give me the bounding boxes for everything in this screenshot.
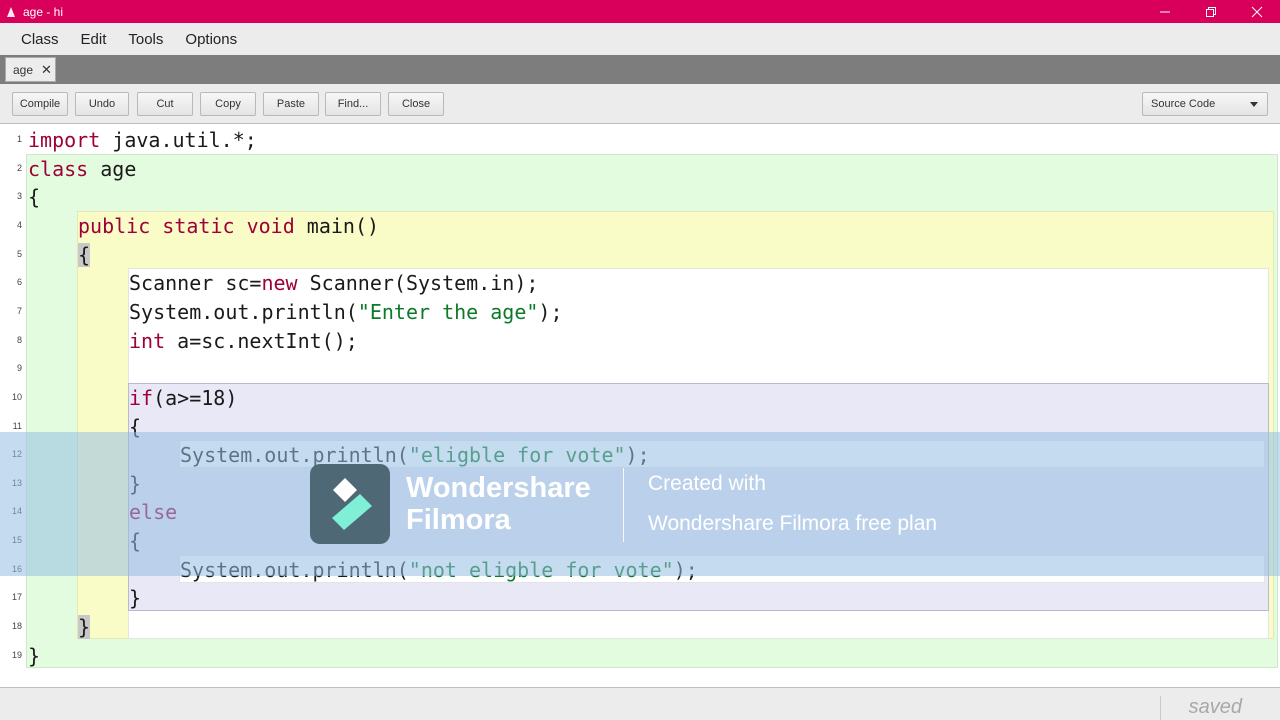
paste-button[interactable]: Paste <box>263 92 319 116</box>
minimize-icon <box>1160 11 1170 12</box>
code-token: java.util.*; <box>112 128 257 152</box>
matched-brace: } <box>78 615 91 640</box>
line-number: 18 <box>11 621 22 632</box>
line-number: 11 <box>12 420 22 431</box>
chevron-down-icon <box>1250 102 1258 107</box>
line-number: 8 <box>16 334 22 345</box>
watermark-divider <box>623 468 624 542</box>
code-line[interactable]: class age <box>28 155 136 183</box>
code-line[interactable]: } <box>129 584 141 612</box>
string-token: "Enter the age" <box>357 299 539 324</box>
line-number: 6 <box>16 277 22 288</box>
restore-icon <box>1206 6 1216 17</box>
compile-button[interactable]: Compile <box>12 92 68 116</box>
code-token: Scanner(System.in); <box>309 271 539 296</box>
menu-bar: Class Edit Tools Options <box>0 23 1280 55</box>
code-line[interactable]: Scanner sc=new Scanner(System.in); <box>129 269 538 297</box>
code-line[interactable]: if(a>=18) <box>129 384 237 412</box>
view-mode-label: Source Code <box>1151 98 1216 110</box>
menu-tools[interactable]: Tools <box>117 31 174 48</box>
code-editor[interactable]: 12345678910111213141516171819 import jav… <box>0 125 1280 687</box>
code-line[interactable]: } <box>78 613 91 641</box>
line-number: 5 <box>16 248 22 259</box>
toolbar: Compile Undo Cut Copy Paste Find... Clos… <box>0 84 1280 124</box>
menu-class[interactable]: Class <box>10 31 70 48</box>
line-number: 9 <box>16 363 22 374</box>
undo-button[interactable]: Undo <box>75 92 129 116</box>
code-line[interactable]: int a=sc.nextInt(); <box>129 327 358 355</box>
view-mode-select[interactable]: Source Code <box>1142 92 1268 116</box>
matched-brace: { <box>78 242 91 267</box>
watermark-text-2: Wondershare Filmora free plan <box>648 512 938 535</box>
save-status: saved <box>1188 696 1242 718</box>
menu-options[interactable]: Options <box>174 31 248 48</box>
code-token: Scanner sc= <box>129 271 262 296</box>
code-line[interactable]: public static void main() <box>78 212 379 240</box>
copy-button[interactable]: Copy <box>200 92 256 116</box>
filmora-watermark: Wondershare Filmora Created with Wonders… <box>0 432 1280 576</box>
window-controls <box>1142 0 1280 23</box>
keyword-token: if <box>129 385 154 410</box>
tab-bar: age ✕ <box>0 55 1280 84</box>
line-number: 10 <box>11 391 22 402</box>
line-number: 4 <box>16 219 22 230</box>
keyword-token: public static void <box>78 213 295 238</box>
line-number: 2 <box>16 162 22 173</box>
code-token: a=sc.nextInt(); <box>177 328 358 353</box>
cut-button[interactable]: Cut <box>137 92 193 116</box>
line-number: 19 <box>11 649 22 660</box>
code-token: ); <box>538 299 563 324</box>
brand-line-1: Wondershare <box>406 472 591 504</box>
bluej-app-icon <box>4 5 18 19</box>
status-bar: saved <box>0 687 1280 720</box>
brand-line-2: Filmora <box>406 504 511 536</box>
window-title: age - hi <box>23 4 64 19</box>
close-icon <box>1251 6 1263 17</box>
watermark-text-1: Created with <box>648 472 766 495</box>
close-button[interactable]: Close <box>388 92 444 116</box>
menu-edit[interactable]: Edit <box>70 31 118 48</box>
line-number: 3 <box>16 191 22 202</box>
keyword-token: import <box>28 128 101 152</box>
code-token: main() <box>306 213 380 238</box>
find-button[interactable]: Find... <box>325 92 381 116</box>
code-token: { <box>28 185 41 210</box>
line-number: 17 <box>11 592 22 603</box>
code-line[interactable]: } <box>28 642 40 670</box>
line-number: 7 <box>16 305 22 316</box>
line-number-gutter[interactable]: 12345678910111213141516171819 <box>0 125 24 687</box>
close-window-button[interactable] <box>1234 0 1280 23</box>
code-token: } <box>129 586 142 611</box>
line-number: 1 <box>16 134 22 144</box>
status-separator <box>1160 696 1161 720</box>
keyword-token: class <box>28 156 89 181</box>
code-token: } <box>28 643 41 668</box>
keyword-token: new <box>261 271 298 296</box>
code-line[interactable]: { <box>28 183 40 211</box>
code-token: System.out.println( <box>129 299 358 324</box>
tab-close-icon[interactable]: ✕ <box>41 62 52 78</box>
restore-button[interactable] <box>1188 0 1234 23</box>
filmora-logo-icon <box>310 464 390 544</box>
tab-label: age <box>13 62 34 77</box>
keyword-token: int <box>129 328 166 353</box>
title-bar: age - hi <box>0 0 1280 23</box>
code-line[interactable]: System.out.println("Enter the age"); <box>129 298 563 326</box>
code-token: (a>=18) <box>153 385 238 410</box>
code-line[interactable]: import java.util.*; <box>28 126 257 154</box>
code-line[interactable]: { <box>78 241 91 269</box>
filmora-brand: Wondershare Filmora <box>406 472 591 536</box>
minimize-button[interactable] <box>1142 0 1188 23</box>
code-token: age <box>100 156 137 181</box>
tab-age[interactable]: age ✕ <box>5 57 56 82</box>
